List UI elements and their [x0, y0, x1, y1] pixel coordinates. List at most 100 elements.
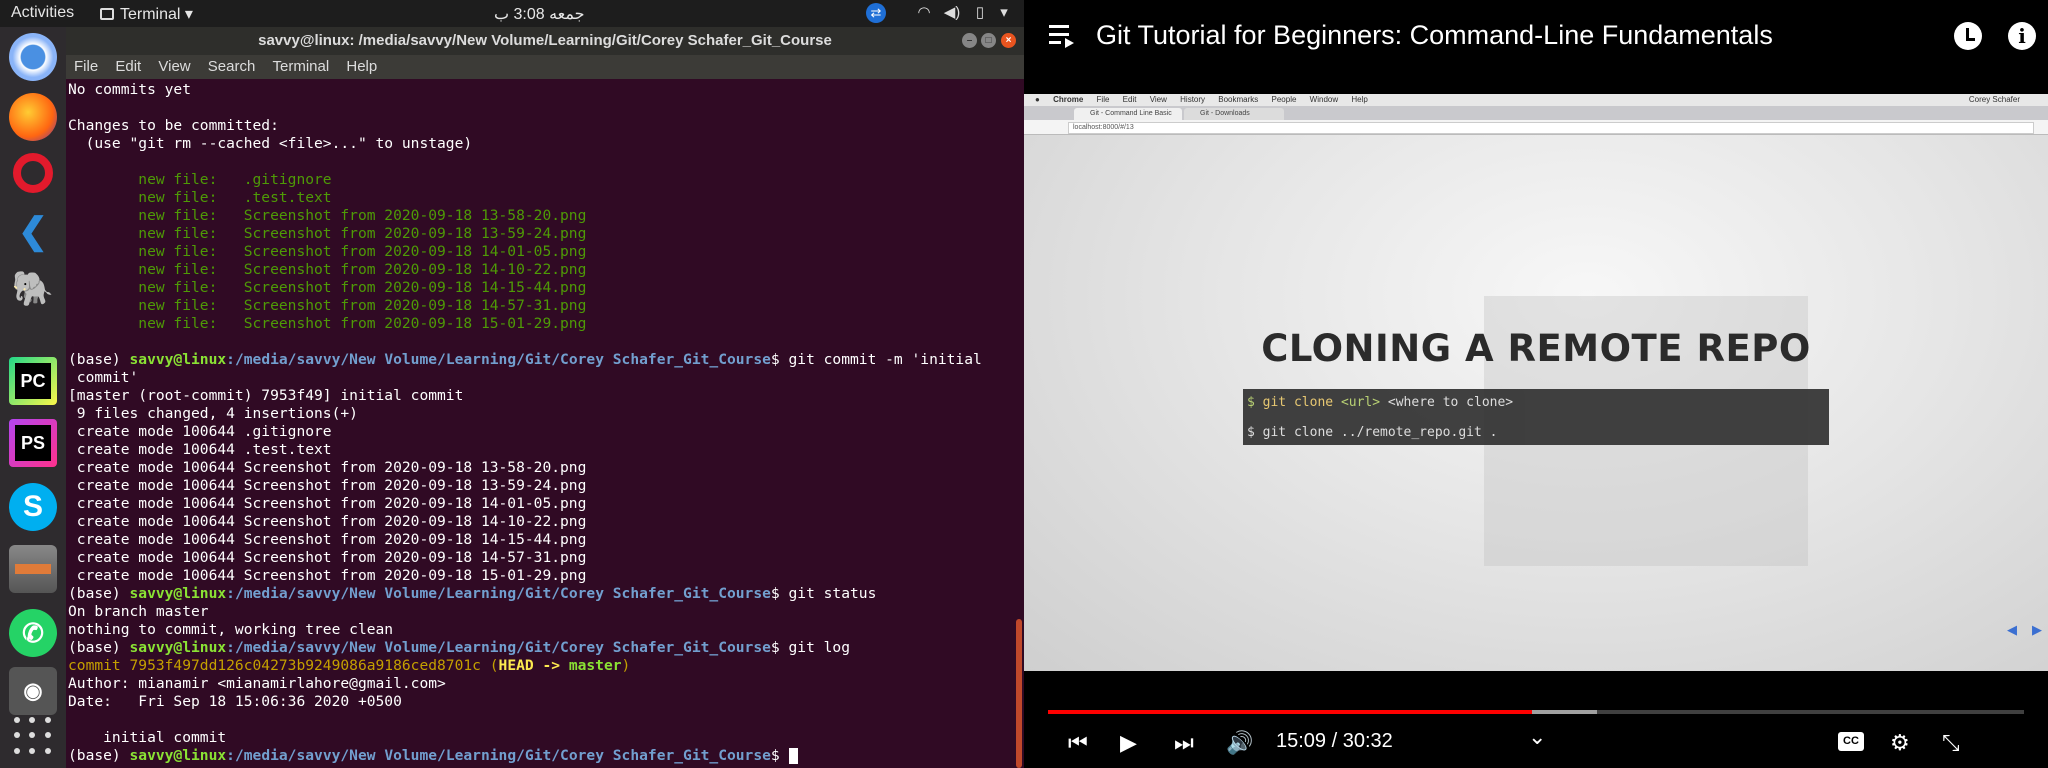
teamviewer-icon[interactable]: ⇄ — [866, 3, 886, 23]
prompt-user: savvy@linux — [129, 585, 227, 602]
output-line: On branch master — [68, 603, 209, 620]
code-arg: <url> — [1340, 395, 1381, 410]
youtube-player: Git Tutorial for Beginners: Command-Line… — [1024, 0, 2048, 768]
opera-icon[interactable] — [9, 149, 57, 197]
commit-hash: commit 7953f497dd126c04273b9249086a9186c… — [68, 657, 481, 674]
prompt-path: :/media/savvy/New Volume/Learning/Git/Co… — [226, 747, 771, 764]
maximize-button[interactable]: □ — [981, 33, 996, 48]
skype-icon[interactable]: S — [9, 483, 57, 531]
create-mode-line: create mode 100644 Screenshot from 2020-… — [68, 549, 587, 566]
command-continuation: commit' — [68, 369, 139, 386]
pycharm-icon[interactable]: PC — [9, 357, 57, 405]
prompt-sign: $ — [770, 747, 789, 764]
output-line: Changes to be committed: — [68, 117, 279, 134]
previous-button[interactable]: ⏮ — [1068, 730, 1088, 756]
mac-menu-item: Bookmarks — [1218, 95, 1259, 104]
dock: ❮ 🐘 PC PS S ✆ ◉ — [0, 27, 66, 768]
date-line: Date: Fri Sep 18 15:06:36 2020 +0500 — [68, 693, 402, 710]
staged-file-line: new file: .test.text — [68, 189, 332, 206]
info-icon[interactable]: i — [2008, 22, 2036, 50]
close-button[interactable]: × — [1001, 33, 1016, 48]
head-ref: HEAD -> — [498, 657, 569, 674]
terminal-title-bar[interactable]: savvy@linux: /media/savvy/New Volume/Lea… — [66, 27, 1024, 55]
playlist-icon[interactable] — [1049, 25, 1075, 48]
video-frame[interactable]: ● Chrome File Edit View History Bookmark… — [1024, 94, 2048, 671]
slide-navigation: ◀ ▶ — [1992, 622, 2042, 638]
output-line: No commits yet — [68, 81, 192, 98]
prompt-path: :/media/savvy/New Volume/Learning/Git/Co… — [226, 639, 771, 656]
play-button[interactable]: ▶ — [1120, 730, 1137, 756]
prompt-path: :/media/savvy/New Volume/Learning/Git/Co… — [226, 585, 771, 602]
video-browser-tabs: Git - Command Line Basic Git - Downloads — [1024, 106, 2048, 120]
create-mode-line: create mode 100644 Screenshot from 2020-… — [68, 495, 587, 512]
code-command: git clone — [1262, 395, 1341, 410]
apple-icon: ● — [1035, 95, 1040, 104]
menu-file[interactable]: File — [74, 55, 98, 79]
mac-menu-item: File — [1096, 95, 1110, 104]
decoration-close: ) — [621, 657, 631, 674]
create-mode-line: create mode 100644 Screenshot from 2020-… — [68, 477, 587, 494]
chevron-down-icon[interactable]: ⌄ — [1528, 724, 1546, 750]
pgadmin-icon[interactable]: 🐘 — [9, 265, 57, 313]
progress-played — [1048, 710, 1533, 714]
next-button[interactable]: ⏭ — [1174, 730, 1194, 756]
mac-menu-item: View — [1149, 95, 1167, 104]
output-line: 9 files changed, 4 insertions(+) — [68, 405, 358, 422]
exit-fullscreen-button[interactable]: ⤡ — [1942, 730, 1960, 756]
video-title[interactable]: Git Tutorial for Beginners: Command-Line… — [1096, 20, 1773, 51]
menu-terminal[interactable]: Terminal — [273, 55, 330, 79]
vscode-icon[interactable]: ❮ — [9, 207, 57, 255]
menu-view[interactable]: View — [158, 55, 190, 79]
firefox-icon[interactable] — [9, 93, 57, 141]
staged-file-line: new file: Screenshot from 2020-09-18 14-… — [68, 297, 587, 314]
command-text: git log — [788, 639, 851, 656]
slide-code-block: $ git clone <url> <where to clone> $ git… — [1243, 389, 1829, 445]
prompt-env: (base) — [68, 639, 130, 656]
chromium-icon[interactable] — [9, 33, 57, 81]
commit-message-line: initial commit — [68, 729, 227, 746]
menu-edit[interactable]: Edit — [115, 55, 141, 79]
whatsapp-icon[interactable]: ✆ — [9, 609, 57, 657]
volume-icon[interactable]: ◀) — [942, 3, 962, 23]
phpstorm-icon[interactable]: PS — [9, 419, 57, 467]
prompt-sign: $ — [770, 351, 789, 368]
slide-heading: CLONING A REMOTE REPO — [1261, 327, 1811, 370]
prompt-user: savvy@linux — [129, 747, 227, 764]
player-header: Git Tutorial for Beginners: Command-Line… — [1024, 0, 2048, 72]
prompt-sign: $ — [770, 639, 789, 656]
time-display: 15:09 / 30:32 — [1276, 730, 1393, 752]
progress-bar[interactable] — [1048, 710, 2024, 714]
mac-menu-item: Help — [1351, 95, 1368, 104]
terminal-menubar: File Edit View Search Terminal Help — [66, 55, 1024, 79]
mac-user-name: Corey Schafer — [1968, 95, 2020, 104]
staged-file-line: new file: .gitignore — [68, 171, 332, 188]
power-menu-icon[interactable]: ▾ — [994, 3, 1014, 23]
camera-icon[interactable]: ◉ — [9, 667, 57, 715]
create-mode-line: create mode 100644 .test.text — [68, 441, 332, 458]
watch-later-icon[interactable] — [1954, 22, 1982, 50]
code-prompt: $ — [1247, 395, 1263, 410]
terminal-title: savvy@linux: /media/savvy/New Volume/Lea… — [258, 32, 832, 49]
terminal-scrollbar[interactable] — [1016, 619, 1022, 768]
battery-icon[interactable]: ▯ — [970, 3, 990, 23]
mac-menu-item: Window — [1309, 95, 1339, 104]
files-icon[interactable] — [9, 545, 57, 593]
clock[interactable]: جمعه 3:08 ب — [494, 4, 585, 24]
wifi-icon[interactable]: ◠ — [914, 3, 934, 23]
minimize-button[interactable]: – — [962, 33, 977, 48]
app-menu-terminal[interactable]: Terminal ▾ — [100, 4, 193, 24]
volume-button[interactable]: 🔊 — [1226, 730, 1253, 756]
show-applications-icon[interactable] — [14, 717, 54, 757]
presentation-slide: CLONING A REMOTE REPO $ git clone <url> … — [1024, 135, 2048, 671]
staged-file-line: new file: Screenshot from 2020-09-18 13-… — [68, 207, 587, 224]
output-line: (use "git rm --cached <file>..." to unst… — [68, 135, 473, 152]
activities-button[interactable]: Activities — [11, 4, 74, 22]
command-text: git commit -m 'initial — [788, 351, 982, 368]
menu-search[interactable]: Search — [208, 55, 256, 79]
terminal-output[interactable]: No commits yet Changes to be committed: … — [68, 79, 1008, 768]
subtitles-button[interactable]: CC — [1838, 732, 1864, 751]
terminal-cursor[interactable] — [788, 748, 798, 764]
staged-file-line: new file: Screenshot from 2020-09-18 15-… — [68, 315, 587, 332]
menu-help[interactable]: Help — [346, 55, 377, 79]
settings-button[interactable]: ⚙ — [1890, 730, 1910, 756]
